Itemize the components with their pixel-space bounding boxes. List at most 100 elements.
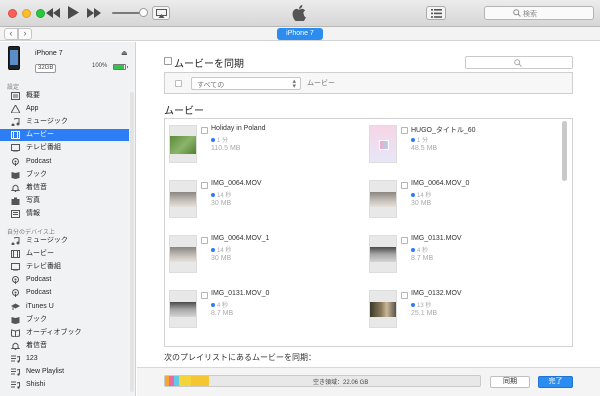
sidebar-item-label: App [26, 105, 39, 113]
sync-button[interactable]: 同期 [490, 376, 530, 388]
sidebar-item[interactable]: Podcast [0, 274, 129, 286]
search-icon [513, 9, 521, 17]
movie-checkbox[interactable] [401, 182, 408, 189]
sync-movies-checkbox[interactable] [164, 57, 172, 65]
movie-grid-scrollbar[interactable] [562, 121, 567, 181]
capacity-segment [191, 376, 210, 386]
toolbar-search-input[interactable]: 検索 [484, 6, 594, 20]
sidebar-item[interactable]: 情報 [0, 208, 129, 220]
sidebar-item[interactable]: App [0, 103, 129, 115]
movie-size: 8.7 MB [211, 310, 234, 317]
sidebar-item-label: Podcast [26, 157, 52, 165]
close-window-button[interactable] [8, 9, 17, 18]
auto-include-checkbox[interactable] [175, 80, 182, 87]
sidebar-item-label: Podcast [26, 276, 52, 284]
sidebar-item[interactable]: ミュージック [0, 116, 129, 128]
sidebar-item[interactable]: ムービー [0, 129, 129, 142]
sidebar-item[interactable]: Podcast [0, 156, 129, 168]
unwatched-dot-icon [211, 303, 215, 308]
movie-thumbnail [169, 290, 197, 328]
movie-title: IMG_0132.MOV [411, 290, 462, 297]
capacity-segment [168, 376, 174, 386]
movie-checkbox[interactable] [201, 127, 208, 134]
apple-logo-icon [292, 5, 306, 23]
movie-item[interactable]: IMG_0064.MOV_1 14 秒 30 MB [165, 231, 355, 277]
minimize-window-button[interactable] [22, 9, 31, 18]
capacity-segment [178, 376, 192, 386]
movie-item[interactable]: IMG_0132.MOV 13 秒 25.1 MB [365, 286, 555, 332]
capacity-segment [173, 376, 179, 386]
movie-item[interactable]: Holiday in Poland 1 分 110.5 MB [165, 121, 355, 167]
sidebar-item[interactable]: Shishi [0, 379, 129, 391]
list-view-button[interactable] [426, 6, 446, 20]
capacity-bar: 空き領域：22.06 GB [164, 375, 481, 387]
sidebar-item[interactable]: ミュージック [0, 235, 129, 247]
sidebar-item-label: ムービー [26, 250, 54, 258]
movies-search-input[interactable] [465, 56, 573, 69]
sidebar-item[interactable]: ムービー [0, 248, 129, 260]
sidebar-item[interactable]: オーディオブック [0, 327, 129, 339]
sidebar-item[interactable]: iTunes U [0, 301, 129, 313]
movie-checkbox[interactable] [401, 292, 408, 299]
sidebar-item-label: テレビ番組 [26, 263, 61, 271]
movie-checkbox[interactable] [401, 127, 408, 134]
auto-include-filter: すべての ▴ ▾ ムービー [164, 72, 573, 94]
movie-title: IMG_0064.MOV_1 [211, 235, 270, 242]
fast-forward-icon[interactable] [87, 8, 101, 21]
movie-checkbox[interactable] [201, 182, 208, 189]
movie-checkbox[interactable] [401, 237, 408, 244]
movie-duration: 14 秒 [211, 190, 231, 199]
movie-duration-text: 1 分 [417, 138, 429, 144]
movie-thumbnail [169, 125, 197, 163]
movie-duration-text: 4 秒 [417, 248, 429, 254]
play-icon[interactable] [68, 6, 79, 22]
sidebar-item[interactable]: 写真 [0, 195, 129, 207]
back-button[interactable]: ‹ [4, 28, 18, 40]
airplay-button[interactable] [152, 6, 170, 20]
sidebar-scrollbar[interactable] [130, 92, 134, 392]
eject-icon[interactable]: ⏏ [121, 49, 128, 57]
audiobook-icon [11, 329, 20, 338]
sidebar-item[interactable]: テレビ番組 [0, 142, 129, 154]
movie-item[interactable]: IMG_0131.MOV_0 4 秒 8.7 MB [165, 286, 355, 332]
tv-icon [11, 144, 20, 153]
sidebar-item[interactable]: Podcast [0, 287, 129, 299]
device-button[interactable]: iPhone 7 [277, 28, 323, 40]
movie-duration: 4 秒 [211, 300, 228, 309]
sidebar-item[interactable]: 着信音 [0, 340, 129, 352]
done-button[interactable]: 完了 [538, 376, 573, 388]
movie-item[interactable]: HUGO_タイトル_60 1 分 48.5 MB [365, 121, 555, 167]
sidebar-item[interactable]: ブック [0, 314, 129, 326]
movie-duration-text: 1 分 [217, 138, 229, 144]
sidebar-item-label: 着信音 [26, 341, 47, 349]
volume-slider-knob[interactable] [139, 8, 148, 17]
movie-duration: 1 分 [411, 135, 428, 144]
movie-duration-text: 14 秒 [417, 193, 432, 199]
movie-title: IMG_0131.MOV [411, 235, 462, 242]
movie-title: IMG_0064.MOV [211, 180, 262, 187]
sidebar-item[interactable]: 着信音 [0, 182, 129, 194]
sidebar-item-label: ブック [26, 170, 47, 178]
movie-checkbox[interactable] [201, 237, 208, 244]
device-capacity: 32GB [35, 64, 57, 73]
movie-duration: 14 秒 [211, 245, 231, 254]
sidebar-item[interactable]: 概要 [0, 90, 129, 102]
sidebar-item[interactable]: 123 [0, 353, 129, 365]
movie-checkbox[interactable] [201, 292, 208, 299]
auto-include-select[interactable]: すべての ▴ ▾ [191, 77, 301, 90]
zoom-window-button[interactable] [36, 9, 45, 18]
tv-icon [11, 263, 20, 272]
playlist-icon [11, 368, 20, 376]
movie-item[interactable]: IMG_0064.MOV_0 14 秒 30 MB [365, 176, 555, 222]
movie-duration-text: 13 秒 [417, 303, 432, 309]
movie-thumbnail [169, 180, 197, 218]
sidebar-item-label: テレビ番組 [26, 144, 61, 152]
movie-size: 48.5 MB [411, 145, 438, 152]
rewind-icon[interactable] [46, 8, 60, 21]
sidebar-item[interactable]: ブック [0, 169, 129, 181]
sidebar-item[interactable]: New Playlist [0, 366, 129, 378]
forward-button[interactable]: › [18, 28, 32, 40]
movie-item[interactable]: IMG_0064.MOV 14 秒 30 MB [165, 176, 355, 222]
sidebar-item[interactable]: テレビ番組 [0, 261, 129, 273]
movie-item[interactable]: IMG_0131.MOV 4 秒 8.7 MB [365, 231, 555, 277]
